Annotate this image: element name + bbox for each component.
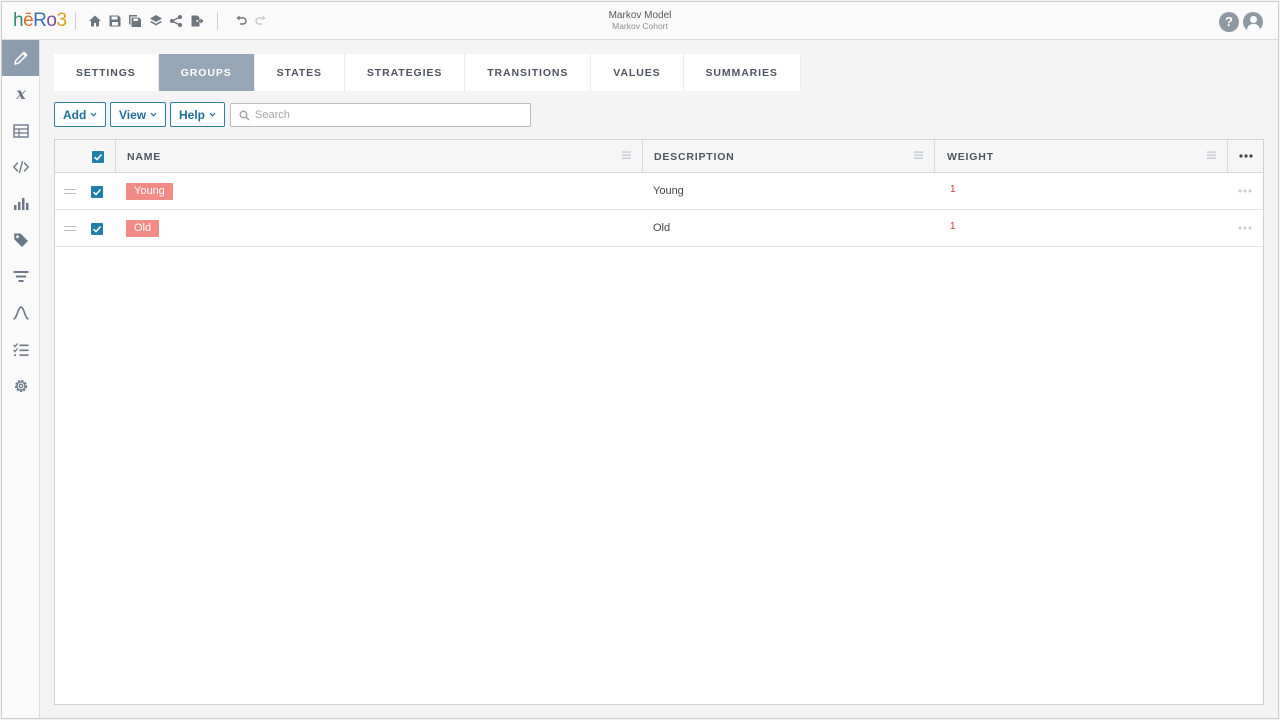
group-description[interactable]: Old bbox=[653, 222, 670, 234]
search-icon bbox=[239, 110, 250, 121]
chevron-down-icon bbox=[150, 112, 157, 117]
logo-part: h bbox=[13, 10, 24, 31]
grid-header: NAME DESCRIPTION WEIGHT bbox=[55, 140, 1263, 173]
column-header-weight[interactable]: WEIGHT bbox=[947, 140, 994, 173]
export-icon[interactable] bbox=[190, 14, 204, 28]
column-separator bbox=[934, 140, 935, 173]
undo-icon[interactable] bbox=[234, 14, 248, 28]
view-dropdown-button[interactable]: View bbox=[110, 102, 167, 127]
column-header-name[interactable]: NAME bbox=[127, 140, 161, 173]
filter-icon[interactable] bbox=[2, 259, 39, 295]
table-row[interactable]: Young Young 1 bbox=[55, 173, 1263, 210]
left-sidebar: x bbox=[2, 40, 40, 718]
column-separator bbox=[642, 140, 643, 173]
logo-part: ē bbox=[23, 10, 34, 31]
group-weight[interactable]: 1 bbox=[950, 221, 956, 232]
tab-groups[interactable]: GROUPS bbox=[158, 54, 255, 91]
redo-icon[interactable] bbox=[254, 14, 268, 28]
groups-grid: NAME DESCRIPTION WEIGHT Young Young 1 Ol… bbox=[54, 139, 1264, 705]
view-label: View bbox=[119, 107, 147, 122]
table-row[interactable]: Old Old 1 bbox=[55, 210, 1263, 247]
search-box bbox=[230, 103, 531, 127]
layers-icon[interactable] bbox=[149, 14, 163, 28]
logo-part: R bbox=[33, 10, 47, 31]
app-window: hēRo3 Markov Model Markov Cohort ? x SET… bbox=[1, 1, 1279, 719]
tag-icon[interactable] bbox=[2, 222, 39, 258]
avatar-body bbox=[1246, 24, 1260, 32]
logo-part: 3 bbox=[56, 10, 67, 31]
tab-strategies[interactable]: STRATEGIES bbox=[344, 54, 466, 91]
group-name[interactable]: Young bbox=[126, 183, 173, 200]
bar-chart-icon[interactable] bbox=[2, 186, 39, 222]
model-subtitle: Markov Cohort bbox=[612, 21, 668, 31]
save-icon[interactable] bbox=[108, 14, 122, 28]
column-menu-icon[interactable] bbox=[1207, 151, 1216, 159]
document-title-block: Markov Model Markov Cohort bbox=[542, 10, 738, 32]
group-name[interactable]: Old bbox=[126, 220, 160, 237]
help-label: Help bbox=[179, 107, 206, 122]
svg-text:x: x bbox=[15, 85, 26, 103]
column-separator bbox=[1227, 140, 1228, 173]
drag-handle-icon[interactable] bbox=[64, 189, 76, 194]
tab-summaries[interactable]: SUMMARIES bbox=[683, 54, 801, 91]
avatar-head bbox=[1249, 15, 1257, 23]
pencil-icon[interactable] bbox=[2, 40, 39, 76]
add-dropdown-button[interactable]: Add bbox=[54, 102, 107, 127]
chevron-down-icon bbox=[209, 112, 216, 117]
row-checkbox[interactable] bbox=[91, 186, 103, 198]
column-separator bbox=[115, 140, 116, 173]
model-title: Markov Model bbox=[608, 10, 672, 21]
user-avatar-icon[interactable] bbox=[1243, 12, 1263, 32]
more-options-icon[interactable] bbox=[1239, 154, 1253, 158]
drag-handle-icon[interactable] bbox=[64, 226, 76, 231]
column-menu-icon[interactable] bbox=[914, 151, 923, 159]
select-all-checkbox[interactable] bbox=[92, 151, 104, 163]
tab-transitions[interactable]: TRANSITIONS bbox=[465, 54, 592, 91]
table-icon[interactable] bbox=[2, 113, 39, 149]
search-input[interactable] bbox=[255, 107, 525, 123]
save-as-icon[interactable] bbox=[128, 14, 142, 28]
row-more-icon[interactable] bbox=[1238, 226, 1252, 230]
row-more-icon[interactable] bbox=[1238, 189, 1252, 193]
column-menu-icon[interactable] bbox=[622, 151, 631, 159]
help-icon[interactable]: ? bbox=[1219, 12, 1239, 32]
variable-icon[interactable]: x bbox=[2, 76, 39, 112]
column-header-description[interactable]: DESCRIPTION bbox=[654, 140, 735, 173]
share-icon[interactable] bbox=[169, 14, 183, 28]
gear-icon[interactable] bbox=[2, 368, 39, 404]
home-icon[interactable] bbox=[88, 14, 102, 28]
help-dropdown-button[interactable]: Help bbox=[170, 102, 226, 127]
add-label: Add bbox=[63, 107, 87, 122]
tab-settings[interactable]: SETTINGS bbox=[54, 54, 159, 91]
toolbar-divider bbox=[75, 12, 76, 30]
chevron-down-icon bbox=[90, 112, 97, 117]
section-tabs: SETTINGS GROUPS STATES STRATEGIES TRANSI… bbox=[54, 54, 801, 91]
distribution-icon[interactable] bbox=[2, 295, 39, 331]
code-icon[interactable] bbox=[2, 149, 39, 185]
top-bar: hēRo3 Markov Model Markov Cohort ? bbox=[2, 2, 1278, 40]
logo-part: o bbox=[46, 10, 57, 31]
group-weight[interactable]: 1 bbox=[950, 184, 956, 195]
checklist-icon[interactable] bbox=[2, 332, 39, 368]
row-checkbox[interactable] bbox=[91, 223, 103, 235]
toolbar-divider bbox=[217, 12, 218, 30]
tab-states[interactable]: STATES bbox=[254, 54, 345, 91]
app-logo[interactable]: hēRo3 bbox=[13, 10, 67, 32]
tab-values[interactable]: VALUES bbox=[591, 54, 684, 91]
group-description[interactable]: Young bbox=[653, 185, 684, 197]
